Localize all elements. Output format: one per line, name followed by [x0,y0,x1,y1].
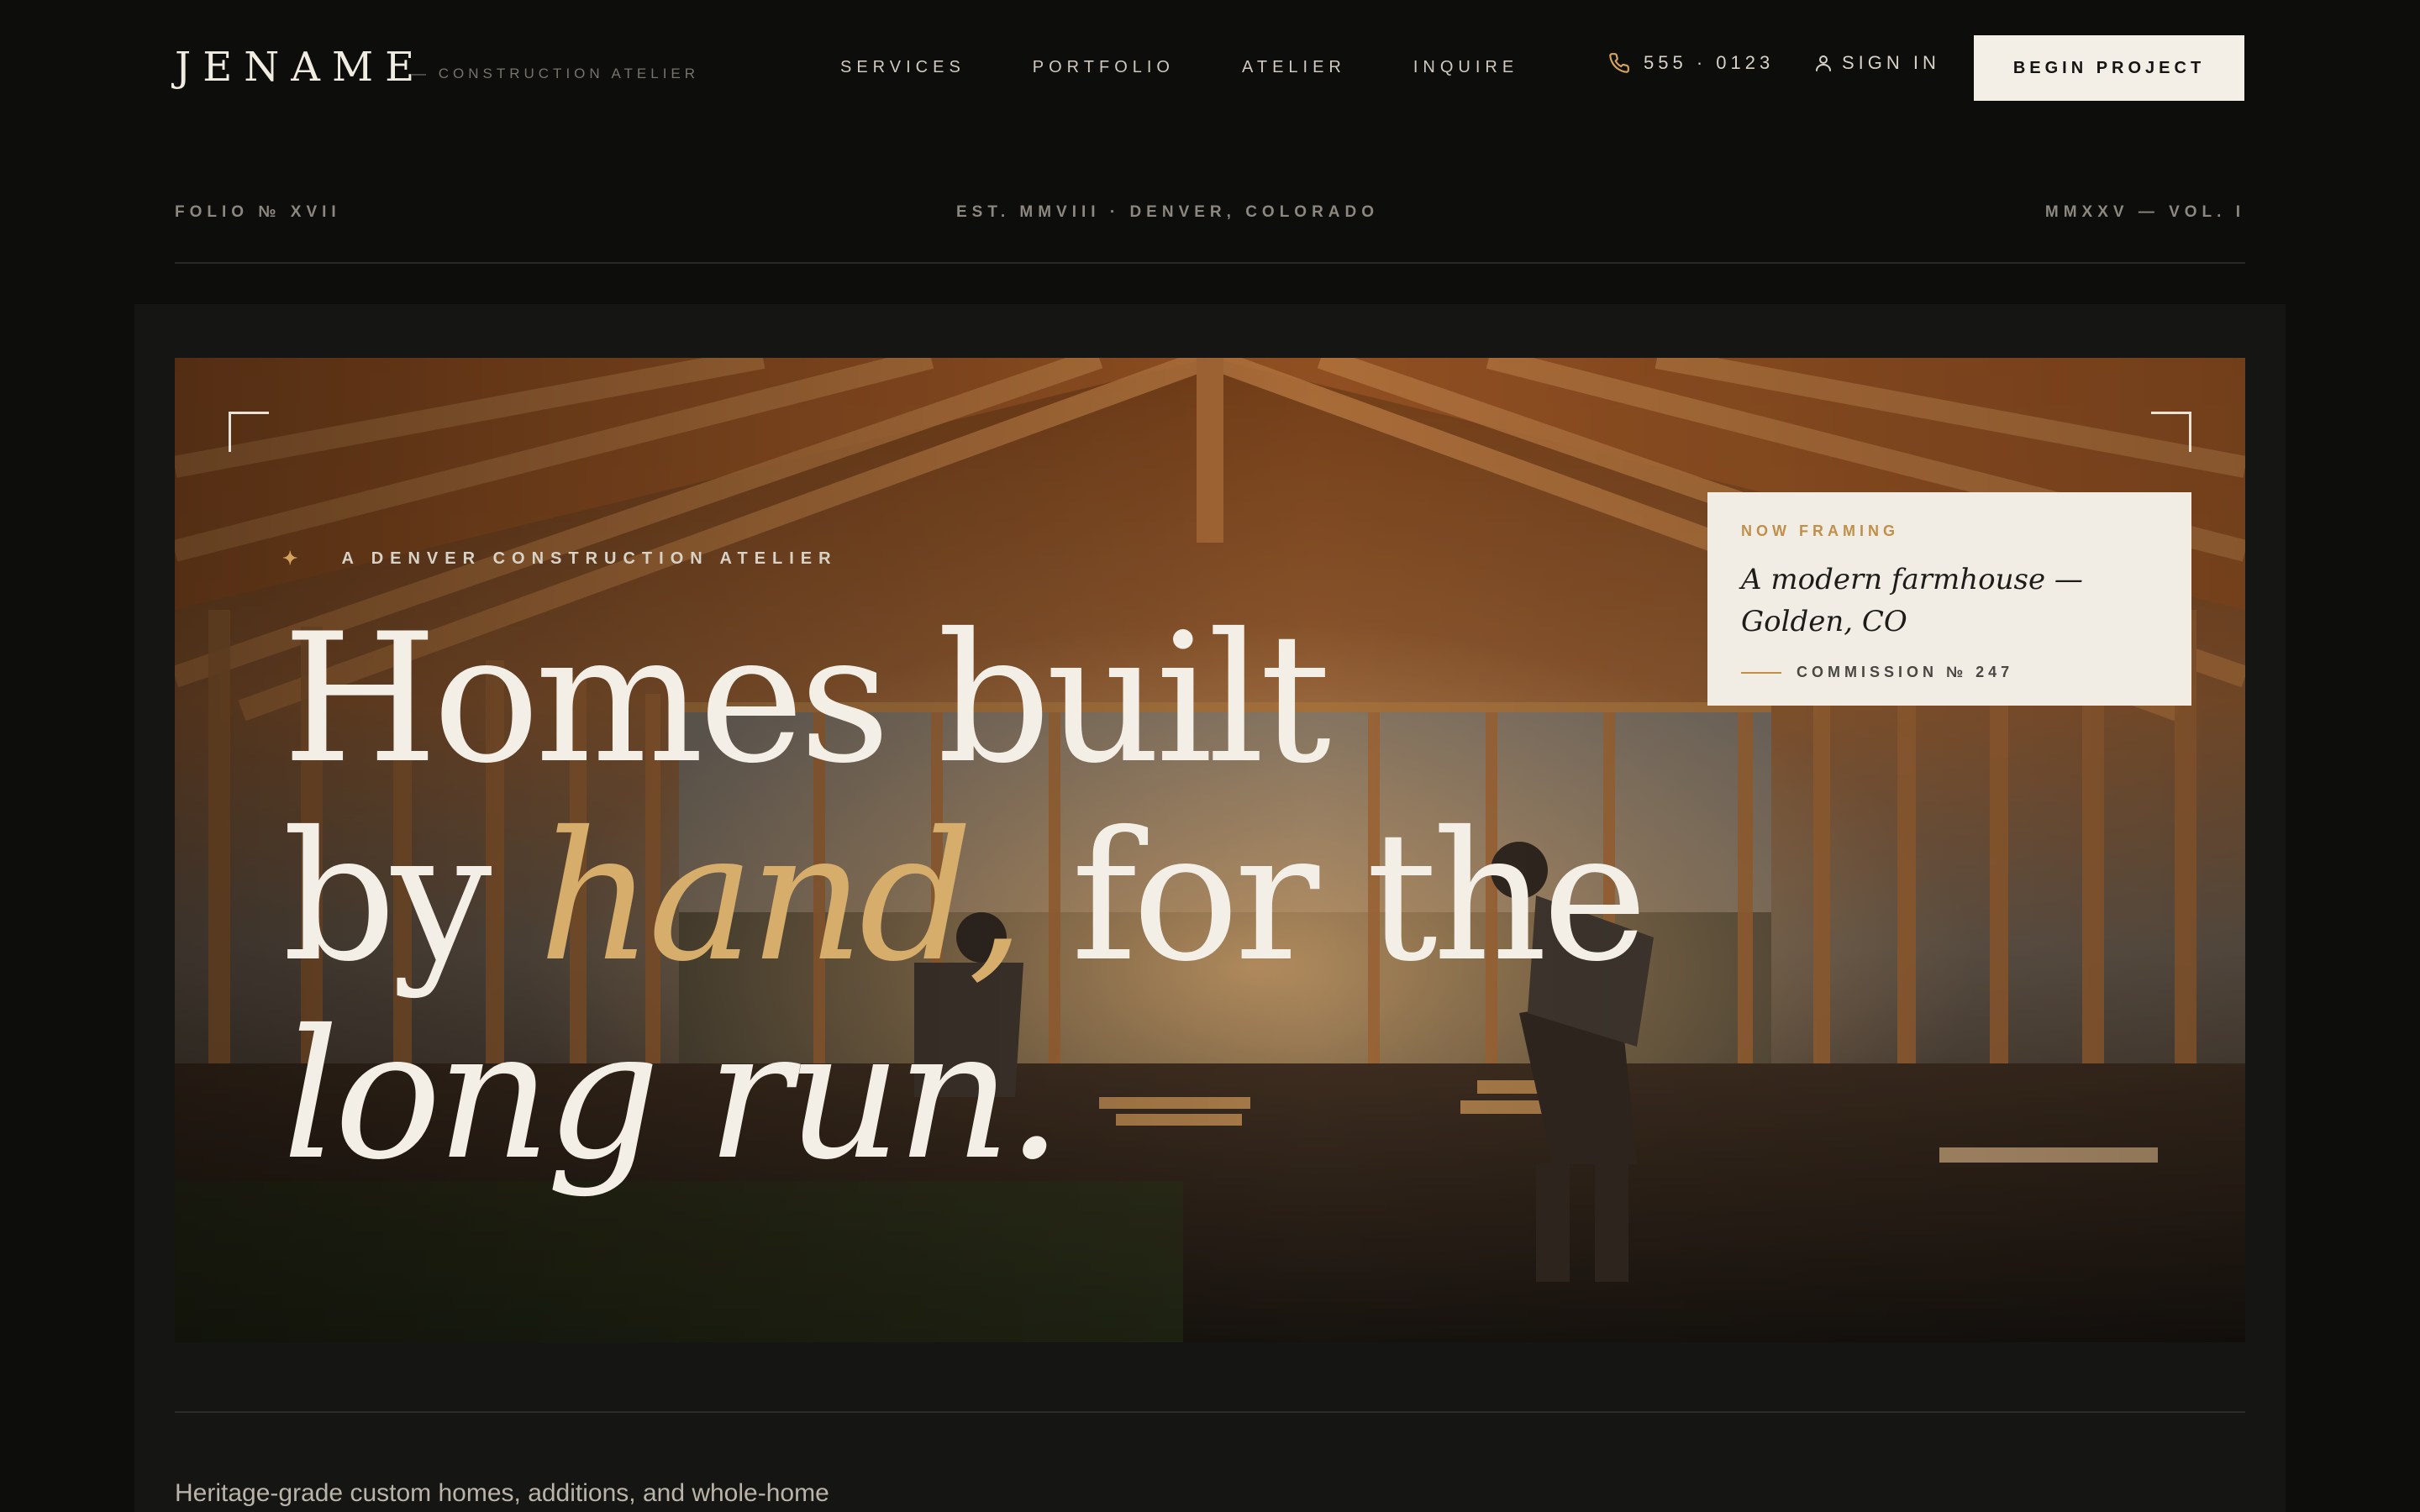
hero-eyebrow: ✦ A DENVER CONSTRUCTION ATELIER [282,548,838,570]
frame-corner-top-left [229,412,269,452]
sign-in-label: SIGN IN [1842,52,1940,73]
main-menu: SERVICES PORTFOLIO ATELIER INQUIRE [840,57,1586,77]
menu-item-atelier[interactable]: ATELIER [1242,57,1346,77]
card-kicker: NOW FRAMING [1741,522,1899,539]
intro-text: Heritage-grade custom homes, additions, … [175,1479,829,1507]
hero-eyebrow-text: A DENVER CONSTRUCTION ATELIER [341,549,838,568]
brand-tagline: — CONSTRUCTION ATELIER [412,66,700,81]
sparkle-icon: ✦ [282,548,305,569]
menu-item-services[interactable]: SERVICES [840,57,965,77]
divider [175,262,2245,264]
frame-corner-top-right [2151,412,2191,452]
established-note: EST. MMVIII · DENVER, COLORADO [956,203,1380,221]
hero-panel: ✦ A DENVER CONSTRUCTION ATELIER Homes bu… [134,304,2286,1512]
headline-line-1: Homes built [282,595,1331,802]
accent-line [1741,671,1781,674]
card-title: A modern farmhouse — Golden, CO [1741,563,2083,638]
divider [175,1411,2245,1413]
hero-headline: Homes built by hand, for the long run. [282,600,1648,1194]
commission-number: COMMISSION № 247 [1797,664,2014,680]
phone-link[interactable]: 555 · 0123 [1608,52,1774,74]
headline-line-2-pre: by [282,793,539,1000]
brand-logo[interactable]: JENAME [175,44,426,91]
headline-accent: hand, [538,793,1025,1000]
card-commission: COMMISSION № 247 [1741,664,2013,681]
volume-note: MMXXV — VOL. I [2044,203,2245,221]
folio-number: FOLIO № XVII [175,203,341,221]
phone-number: 555 · 0123 [1644,52,1775,73]
begin-project-button[interactable]: BEGIN PROJECT [1974,35,2244,101]
phone-icon [1609,53,1629,73]
menu-item-portfolio[interactable]: PORTFOLIO [1033,57,1175,77]
top-nav: JENAME — CONSTRUCTION ATELIER SERVICES P… [0,0,2420,134]
menu-item-inquire[interactable]: INQUIRE [1413,57,1518,77]
headline-line-3: long run. [282,991,1063,1199]
sign-in-link[interactable]: SIGN IN [1813,52,1940,74]
headline-line-2-post: for the [1019,793,1648,1000]
now-framing-card[interactable]: NOW FRAMING A modern farmhouse — Golden,… [1707,492,2191,706]
hero-image: ✦ A DENVER CONSTRUCTION ATELIER Homes bu… [175,358,2245,1342]
folio-strip: FOLIO № XVII EST. MMVIII · DENVER, COLOR… [175,198,2245,232]
user-icon [1816,55,1831,71]
